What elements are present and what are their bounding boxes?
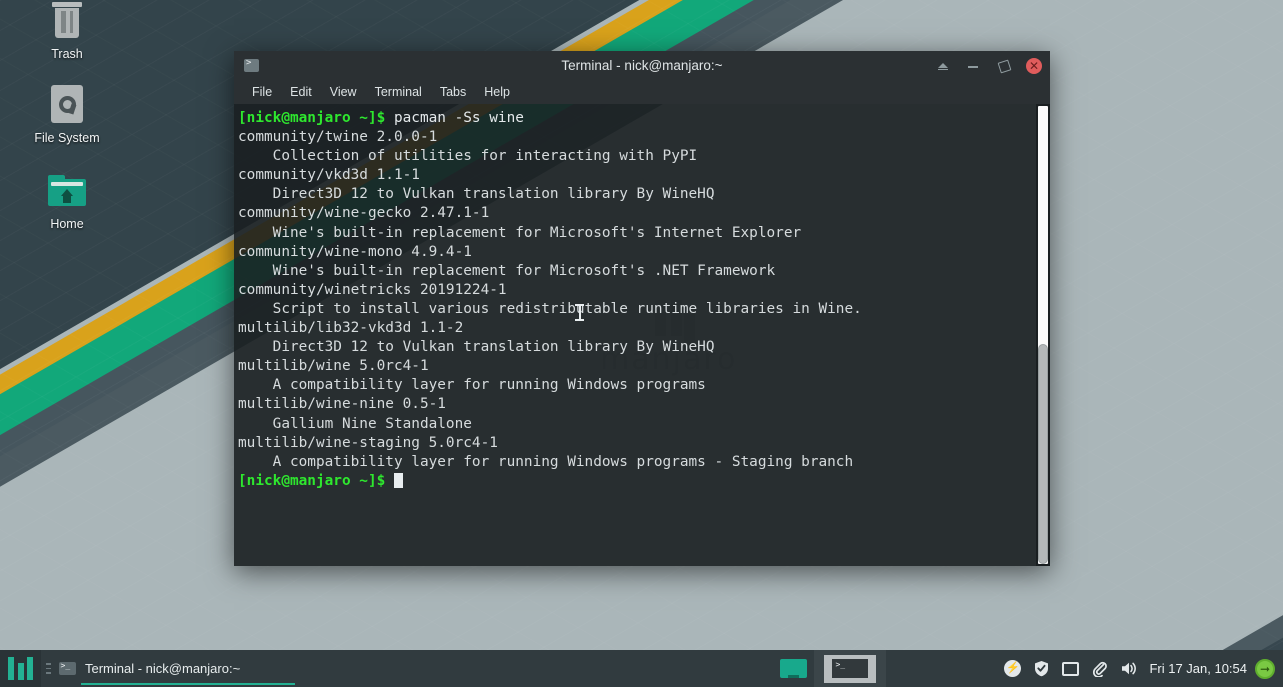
taskbar-item-label: Terminal - nick@manjaro:~	[85, 661, 241, 676]
window-preview[interactable]	[814, 650, 887, 687]
desktop-icon-trash[interactable]: Trash	[0, 0, 134, 61]
power-manager-icon[interactable]: ⚡	[1004, 660, 1022, 677]
security-shield-icon[interactable]	[1033, 660, 1050, 677]
logout-icon[interactable]: ➞	[1255, 658, 1275, 679]
terminal-line: multilib/wine-nine 0.5-1	[238, 396, 446, 413]
system-tray: ⚡	[1004, 660, 1147, 677]
minimize-icon[interactable]	[966, 59, 980, 73]
menu-bar[interactable]: File Edit View Terminal Tabs Help	[234, 80, 1050, 104]
window-preview-frame	[824, 654, 877, 683]
terminal-line: Wine's built-in replacement for Microsof…	[238, 262, 776, 279]
clipboard-icon[interactable]	[1091, 660, 1108, 677]
terminal-line: multilib/wine 5.0rc4-1	[238, 358, 429, 375]
scrollbar-thumb[interactable]	[1038, 344, 1048, 564]
menu-item-edit[interactable]: Edit	[281, 83, 321, 101]
terminal-line: Collection of utilities for interacting …	[238, 148, 698, 165]
terminal-line: multilib/lib32-vkd3d 1.1-2	[238, 320, 464, 337]
terminal-line: Script to install various redistributabl…	[238, 300, 862, 317]
workspace-switcher[interactable]	[772, 650, 814, 687]
volume-icon[interactable]	[1120, 660, 1137, 677]
desktop-icon-label: Home	[50, 217, 84, 231]
terminal-window[interactable]: Terminal - nick@manjaro:~ ✕ File Edit Vi…	[234, 51, 1050, 566]
menu-item-tabs[interactable]: Tabs	[431, 83, 475, 101]
desktop-icon-label: Trash	[51, 47, 83, 61]
close-icon[interactable]: ✕	[1026, 57, 1042, 74]
terminal-body[interactable]: [nick@manjaro ~]$ pacman -Ss wine communi…	[234, 104, 1050, 566]
trash-icon	[43, 0, 91, 42]
desktop-icon-label: File System	[34, 131, 100, 145]
terminal-icon	[59, 661, 76, 675]
terminal-line: multilib/wine-staging 5.0rc4-1	[238, 434, 498, 451]
terminal-icon	[244, 58, 259, 72]
desktop-icon-file-system[interactable]: File System	[0, 80, 134, 145]
workspace-icon	[779, 659, 807, 678]
terminal-line: Gallium Nine Standalone	[238, 415, 472, 432]
terminal-line: community/wine-gecko 2.47.1-1	[238, 205, 490, 222]
menu-item-file[interactable]: File	[243, 83, 281, 101]
menu-item-view[interactable]: View	[321, 83, 366, 101]
terminal-scrollbar[interactable]	[1036, 104, 1050, 566]
menu-item-terminal[interactable]: Terminal	[366, 83, 431, 101]
shell-command: pacman -Ss wine	[385, 110, 524, 126]
terminal-line: community/vkd3d 1.1-1	[238, 167, 420, 184]
desktop[interactable]: manjaro Trash File System Home Terminal …	[0, 0, 1283, 687]
maximize-icon[interactable]	[996, 59, 1010, 73]
active-indicator	[81, 682, 295, 685]
terminal-line: Direct3D 12 to Vulkan translation librar…	[238, 186, 715, 203]
clock[interactable]: Fri 17 Jan, 10:54	[1147, 661, 1255, 676]
desktop-icon-home[interactable]: Home	[0, 166, 134, 231]
terminal-line: community/wine-mono 4.9.4-1	[238, 243, 472, 260]
terminal-line: [nick@manjaro ~]$ pacman -Ss wine	[238, 109, 1036, 128]
terminal-line: Wine's built-in replacement for Microsof…	[238, 224, 802, 241]
drive-icon	[43, 82, 91, 126]
shell-prompt: [nick@manjaro ~]$	[238, 110, 386, 126]
taskbar-gap	[886, 650, 1004, 687]
desktop-icons: Trash File System Home	[0, 0, 134, 231]
shell-prompt: [nick@manjaro ~]$	[238, 472, 394, 489]
paperclip-glyph	[1093, 661, 1108, 677]
window-controls: ✕	[936, 57, 1042, 74]
window-titlebar[interactable]: Terminal - nick@manjaro:~ ✕	[234, 51, 1050, 80]
manjaro-menu-icon[interactable]	[0, 650, 41, 687]
terminal-line: community/twine 2.0.0-1	[238, 129, 438, 146]
home-folder-icon	[43, 168, 91, 212]
terminal-icon	[832, 659, 869, 678]
window-title: Terminal - nick@manjaro:~	[561, 58, 723, 73]
terminal-line: community/winetricks 20191224-1	[238, 281, 507, 298]
taskbar[interactable]: Terminal - nick@manjaro:~ ⚡	[0, 650, 1283, 687]
panel-drag-handle[interactable]	[41, 650, 55, 687]
terminal-line: A compatibility layer for running Window…	[238, 453, 854, 470]
display-settings-icon[interactable]	[1062, 662, 1080, 676]
taskbar-item-terminal[interactable]: Terminal - nick@manjaro:~	[55, 650, 305, 687]
speaker-glyph	[1122, 662, 1137, 675]
terminal-line: A compatibility layer for running Window…	[238, 377, 706, 394]
terminal-output[interactable]: [nick@manjaro ~]$ pacman -Ss wine communi…	[234, 104, 1036, 566]
scrollbar-trough[interactable]	[1038, 106, 1048, 564]
terminal-line: [nick@manjaro ~]$	[238, 472, 1036, 491]
terminal-cursor	[393, 472, 403, 488]
shield-glyph	[1035, 661, 1049, 677]
terminal-line: Direct3D 12 to Vulkan translation librar…	[238, 339, 715, 356]
shade-icon[interactable]	[936, 59, 950, 73]
menu-item-help[interactable]: Help	[475, 83, 519, 101]
